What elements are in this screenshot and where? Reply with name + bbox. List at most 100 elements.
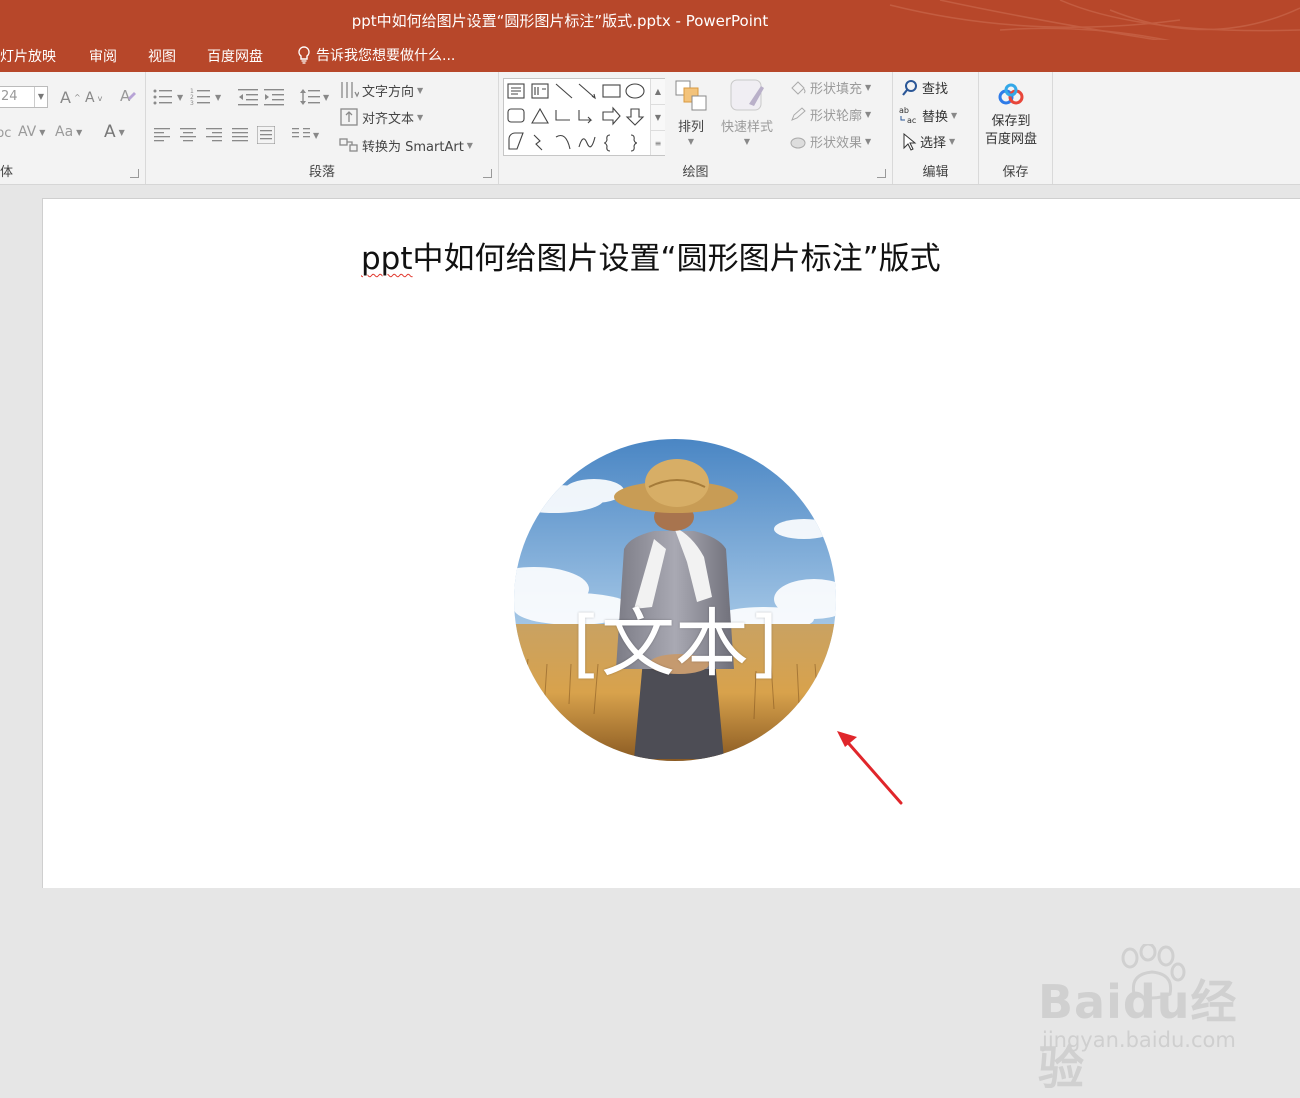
- svg-text:3: 3: [190, 100, 194, 106]
- paint-bucket-icon: [791, 80, 806, 95]
- increase-indent-button[interactable]: [264, 88, 284, 106]
- paragraph-dialog-launcher-icon[interactable]: [483, 169, 492, 178]
- tab-view[interactable]: 视图: [148, 46, 176, 66]
- drawing-group: ▲ ▼ ≡ 排列 ▼ 快速样式 ▼ 形状填充 ▼ 形状轮廓 ▼ 形状效果 ▼ 绘图: [499, 72, 893, 184]
- align-right-icon: [206, 128, 222, 142]
- align-left-button[interactable]: [154, 128, 170, 142]
- drawing-dialog-launcher-icon[interactable]: [877, 169, 886, 178]
- distributed-icon: [257, 126, 275, 144]
- tell-me-label: 告诉我您想要做什么...: [316, 48, 456, 64]
- clear-format-icon: A: [120, 87, 136, 105]
- shape-effects-button[interactable]: 形状效果 ▼: [789, 132, 871, 151]
- save-label-line1: 保存到: [991, 114, 1031, 129]
- bullets-button[interactable]: ▼: [152, 88, 183, 106]
- align-right-button[interactable]: [206, 128, 222, 142]
- align-text-button[interactable]: 对齐文本 ▼: [339, 107, 423, 127]
- save-group-label: 保存: [1002, 165, 1029, 180]
- text-placeholder[interactable]: [文本]: [514, 599, 836, 689]
- slide-title-spellcheck-word: ppt: [361, 241, 413, 277]
- numbering-button[interactable]: 1 2 3 ▼: [190, 88, 221, 106]
- chevron-down-icon[interactable]: ▼: [34, 87, 47, 107]
- tab-review[interactable]: 审阅: [89, 46, 117, 66]
- arrange-icon: [675, 80, 707, 111]
- text-direction-icon: [341, 82, 359, 98]
- chevron-up-icon[interactable]: ▲: [651, 79, 665, 105]
- quick-styles-label: 快速样式: [721, 120, 774, 135]
- drawing-group-label: 绘图: [682, 165, 709, 180]
- shape-fill-button[interactable]: 形状填充 ▼: [789, 78, 871, 97]
- watermark-url: jingyan.baidu.com: [1042, 1028, 1236, 1052]
- justify-button[interactable]: [232, 128, 248, 142]
- find-button[interactable]: 查找: [901, 78, 948, 97]
- align-center-button[interactable]: [180, 128, 196, 142]
- annotation-arrow-icon: [837, 731, 903, 805]
- baidu-netdisk-icon: [998, 83, 1024, 105]
- pencil-icon: [791, 106, 806, 121]
- select-button[interactable]: 选择 ▼: [901, 132, 955, 151]
- justify-icon: [232, 128, 248, 142]
- align-left-icon: [154, 128, 170, 142]
- lightbulb-icon: [298, 46, 310, 64]
- align-center-icon: [180, 128, 196, 142]
- clear-formatting-button[interactable]: A: [118, 86, 138, 106]
- indent-icon: [264, 89, 284, 106]
- paragraph-group-label: 段落: [308, 165, 335, 180]
- line-spacing-button[interactable]: ▼: [300, 88, 329, 106]
- editing-group-label: 编辑: [922, 165, 949, 180]
- window-title: ppt中如何给图片设置“圆形图片标注”版式.pptx - PowerPoint: [351, 12, 769, 30]
- shrink-font-button[interactable]: Av: [85, 90, 102, 106]
- decrease-indent-button[interactable]: [238, 88, 258, 106]
- shapes-gallery[interactable]: ▲ ▼ ≡: [503, 78, 665, 156]
- editing-group: 查找 ab ac 替换 ▼ 选择 ▼ 编辑: [893, 72, 979, 184]
- font-color-button[interactable]: A ▼: [104, 122, 125, 142]
- save-group: 保存到 百度网盘 保存: [979, 72, 1053, 184]
- baidu-watermark: Baidu经验 jingyan.baidu.com: [1038, 944, 1278, 1095]
- columns-button[interactable]: ▼: [292, 128, 319, 142]
- arrange-button[interactable]: 排列 ▼: [673, 78, 709, 146]
- svg-text:A: A: [120, 87, 131, 105]
- strikethrough-button[interactable]: bc: [0, 126, 11, 141]
- bullet-list-icon: [153, 89, 172, 105]
- line-spacing-icon: [300, 89, 320, 105]
- numbered-list-icon: 123: [190, 88, 210, 106]
- distributed-button[interactable]: [257, 126, 275, 144]
- char-spacing-button[interactable]: AV ▼: [18, 124, 45, 140]
- text-direction-label: 文字方向: [362, 84, 415, 100]
- shape-effects-icon: [790, 137, 806, 148]
- save-to-baidu-button[interactable]: 保存到 百度网盘: [985, 82, 1037, 147]
- slide-canvas[interactable]: ppt中如何给图片设置“圆形图片标注”版式 [文本] Baidu经验 jingy…: [42, 198, 1300, 1095]
- arrange-label: 排列: [677, 120, 704, 135]
- align-text-label: 对齐文本: [362, 111, 415, 127]
- gallery-more-icon[interactable]: ≡: [651, 131, 665, 156]
- thumbnail-pane-edge: [0, 185, 42, 887]
- svg-text:ab: ab: [899, 106, 909, 115]
- quick-styles-button[interactable]: 快速样式 ▼: [721, 78, 773, 146]
- font-group: 24 ▼ A ^ Av A bc AV ▼ Aa ▼ A ▼ 体: [0, 72, 146, 184]
- select-label: 选择: [920, 136, 947, 151]
- tab-slideshow[interactable]: 灯片放映: [0, 46, 56, 66]
- ribbon-tab-row: 灯片放映 审阅 视图 百度网盘 告诉我您想要做什么...: [0, 40, 1300, 72]
- replace-label: 替换: [922, 109, 949, 125]
- font-group-label: 体: [0, 165, 14, 180]
- font-size-combobox[interactable]: 24 ▼: [0, 86, 48, 108]
- replace-button[interactable]: ab ac 替换 ▼: [899, 105, 957, 125]
- font-dialog-launcher-icon[interactable]: [130, 169, 139, 178]
- gallery-scrollbar[interactable]: ▲ ▼ ≡: [650, 79, 665, 155]
- shapes-gallery-icons: [507, 83, 645, 152]
- convert-smartart-button[interactable]: 转换为 SmartArt ▼: [339, 135, 473, 155]
- change-case-button[interactable]: Aa ▼: [55, 124, 82, 140]
- text-direction-button[interactable]: 文字方向 ▼: [339, 80, 423, 100]
- ribbon: 24 ▼ A ^ Av A bc AV ▼ Aa ▼ A ▼ 体 ▼ 1 2 3 ▼ ▼: [0, 72, 1300, 185]
- columns-icon: [292, 128, 310, 138]
- slide-title[interactable]: ppt中如何给图片设置“圆形图片标注”版式: [361, 233, 941, 278]
- cursor-icon: [903, 132, 917, 151]
- slide-title-text: 中如何给图片设置“圆形图片标注”版式: [412, 241, 941, 277]
- grow-font-button[interactable]: A ^: [60, 88, 81, 107]
- smartart-icon: [339, 138, 358, 152]
- tab-baidu-netdisk[interactable]: 百度网盘: [207, 46, 263, 66]
- outdent-icon: [238, 89, 258, 106]
- shape-outline-button[interactable]: 形状轮廓 ▼: [789, 105, 871, 124]
- shape-outline-label: 形状轮廓: [810, 109, 863, 124]
- tell-me-search[interactable]: 告诉我您想要做什么...: [296, 45, 455, 65]
- chevron-down-icon[interactable]: ▼: [651, 105, 665, 131]
